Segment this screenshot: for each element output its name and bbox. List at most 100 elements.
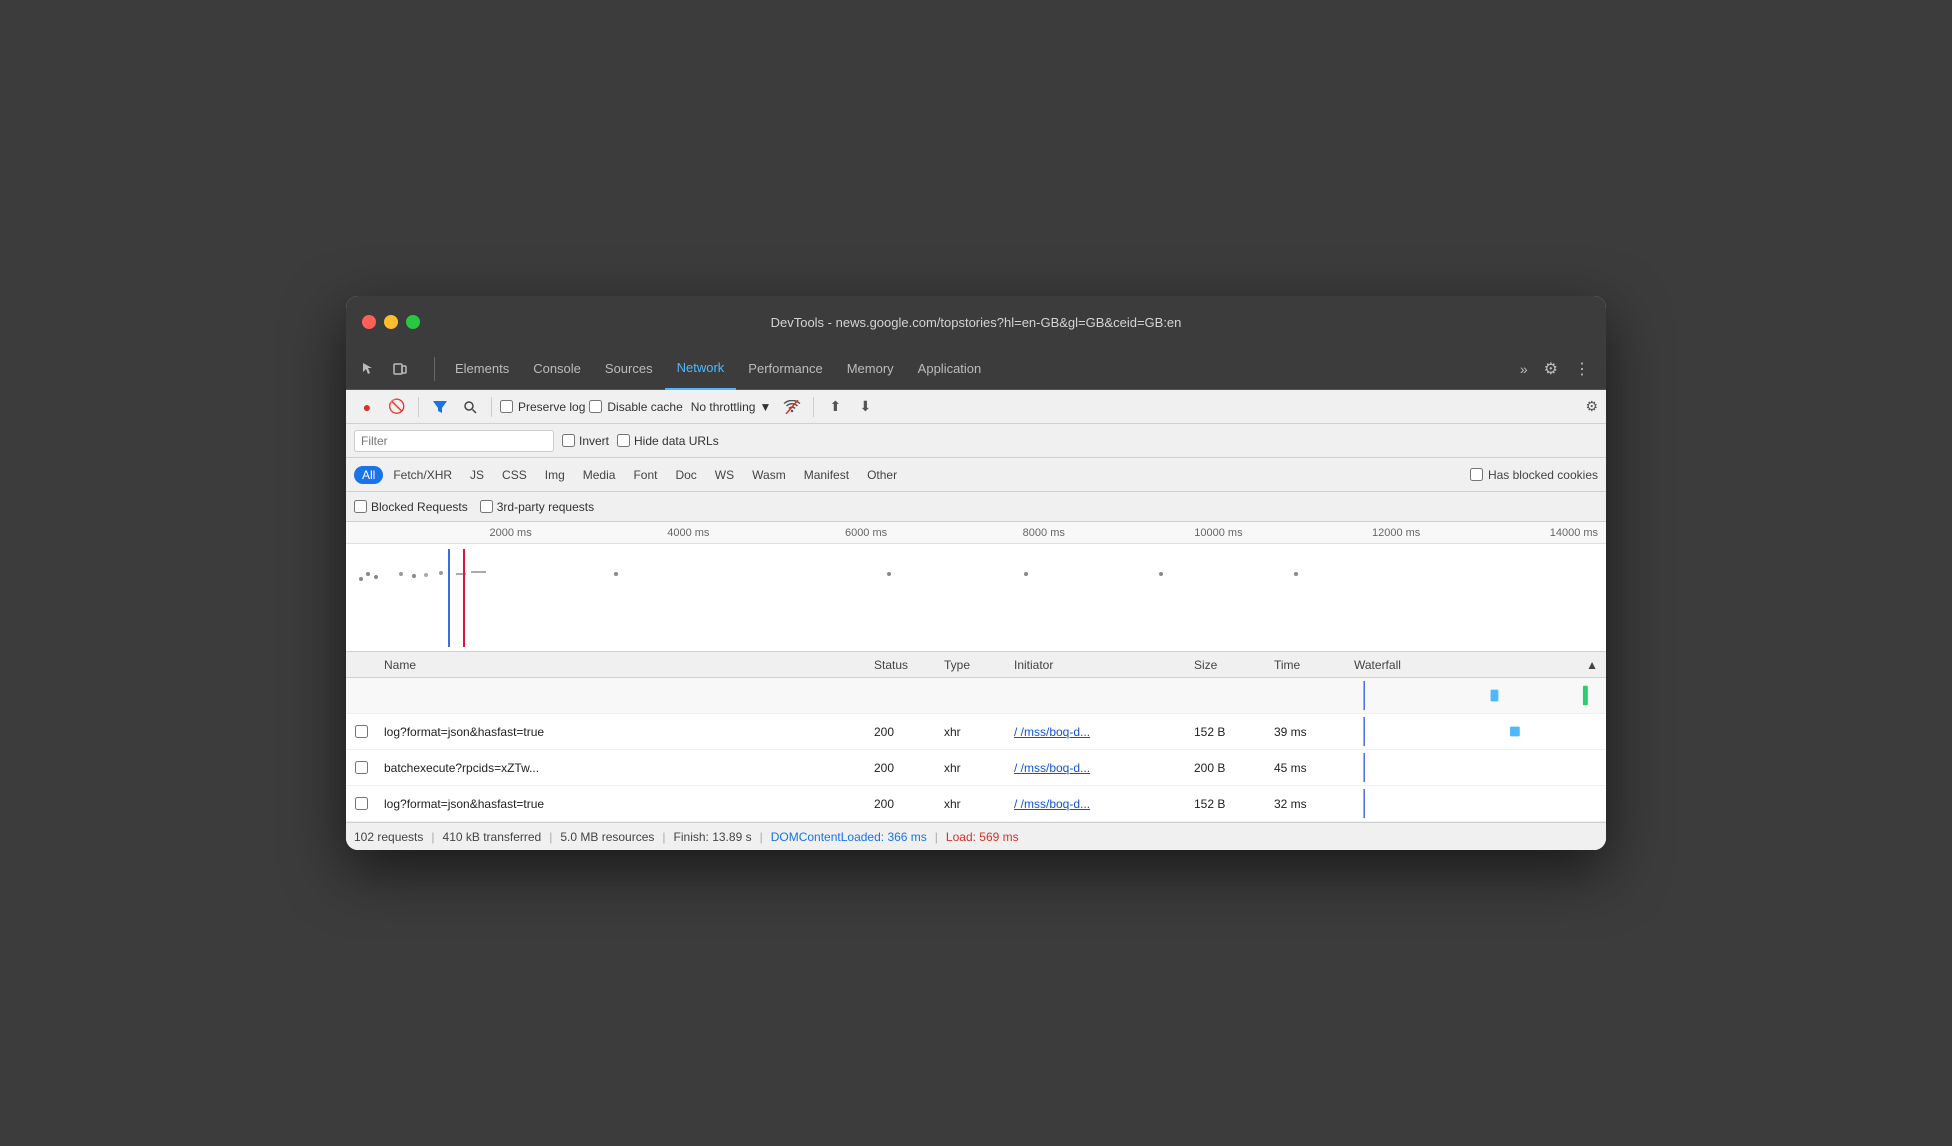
filter-bar: Invert Hide data URLs [346, 424, 1606, 458]
more-options-icon[interactable]: ⋮ [1566, 355, 1598, 383]
row-1-status: 200 [866, 725, 936, 739]
row-1-select[interactable] [355, 725, 368, 738]
blocked-requests-checkbox[interactable] [354, 500, 367, 513]
tick-4000: 4000 ms [532, 527, 710, 539]
blocked-cookies-checkbox[interactable] [1470, 468, 1483, 481]
upload-icon[interactable]: ⬆ [822, 394, 848, 420]
row-1-checkbox[interactable] [346, 725, 376, 738]
invert-checkbox[interactable] [562, 434, 575, 447]
waterfall-svg-1 [1354, 714, 1598, 749]
filter-icon[interactable] [427, 394, 453, 420]
window-title: DevTools - news.google.com/topstories?hl… [771, 315, 1182, 330]
third-party-checkbox[interactable] [480, 500, 493, 513]
toolbar-divider-3 [813, 397, 814, 417]
filter-wasm[interactable]: Wasm [744, 466, 794, 484]
row-3-name[interactable]: log?format=json&hasfast=true [376, 797, 866, 811]
timeline-chart[interactable] [346, 544, 1606, 652]
filter-fetch-xhr[interactable]: Fetch/XHR [385, 466, 460, 484]
row-2-status: 200 [866, 761, 936, 775]
tick-14000: 14000 ms [1420, 527, 1598, 539]
fullscreen-button[interactable] [406, 315, 420, 329]
device-toggle-icon[interactable] [386, 355, 414, 383]
record-button[interactable]: ● [354, 394, 380, 420]
filter-img[interactable]: Img [537, 466, 573, 484]
divider-2: | [549, 830, 552, 844]
row-2-name[interactable]: batchexecute?rpcids=xZTw... [376, 761, 866, 775]
tab-memory[interactable]: Memory [835, 348, 906, 390]
finish-time: Finish: 13.89 s [674, 830, 752, 844]
filter-css[interactable]: CSS [494, 466, 535, 484]
disable-cache-checkbox[interactable] [589, 400, 602, 413]
row-2-select[interactable] [355, 761, 368, 774]
network-table: Name Status Type Initiator Size Time Wat… [346, 652, 1606, 822]
tick-10000: 10000 ms [1065, 527, 1243, 539]
throttle-dropdown[interactable]: No throttling ▼ [687, 398, 776, 416]
row-2-checkbox[interactable] [346, 761, 376, 774]
blocked-requests-label[interactable]: Blocked Requests [354, 500, 468, 514]
filter-font[interactable]: Font [625, 466, 665, 484]
header-time[interactable]: Time [1266, 658, 1346, 672]
extra-filters-bar: Blocked Requests 3rd-party requests [346, 492, 1606, 522]
wifi-icon[interactable] [779, 394, 805, 420]
waterfall-svg-0 [1354, 678, 1598, 713]
header-status[interactable]: Status [866, 658, 936, 672]
row-2-initiator[interactable]: / /mss/boq-d... [1006, 761, 1186, 775]
devtools-body: Elements Console Sources Network Perform… [346, 348, 1606, 850]
row-3-select[interactable] [355, 797, 368, 810]
row-3-initiator[interactable]: / /mss/boq-d... [1006, 797, 1186, 811]
timeline-ruler: 2000 ms 4000 ms 6000 ms 8000 ms 10000 ms… [346, 522, 1606, 544]
filter-doc[interactable]: Doc [667, 466, 704, 484]
filter-all[interactable]: All [354, 466, 383, 484]
hide-data-urls-checkbox[interactable] [617, 434, 630, 447]
preserve-log-checkbox[interactable] [500, 400, 513, 413]
filter-other[interactable]: Other [859, 466, 905, 484]
tab-elements[interactable]: Elements [443, 348, 521, 390]
devtools-window: DevTools - news.google.com/topstories?hl… [346, 296, 1606, 850]
status-bar: 102 requests | 410 kB transferred | 5.0 … [346, 822, 1606, 850]
tab-sources[interactable]: Sources [593, 348, 665, 390]
filter-input[interactable] [354, 430, 554, 452]
waterfall-svg-3 [1354, 786, 1598, 821]
filter-ws[interactable]: WS [707, 466, 742, 484]
table-row-2[interactable]: batchexecute?rpcids=xZTw... 200 xhr / /m… [346, 750, 1606, 786]
header-size[interactable]: Size [1186, 658, 1266, 672]
filter-js[interactable]: JS [462, 466, 492, 484]
hide-data-urls-label[interactable]: Hide data URLs [617, 434, 719, 448]
network-settings-icon[interactable]: ⚙ [1585, 398, 1598, 415]
row-2-time: 45 ms [1266, 761, 1346, 775]
tab-performance[interactable]: Performance [736, 348, 834, 390]
blocked-cookies-label[interactable]: Has blocked cookies [1470, 468, 1598, 482]
row-1-initiator[interactable]: / /mss/boq-d... [1006, 725, 1186, 739]
filter-media[interactable]: Media [575, 466, 624, 484]
row-3-checkbox[interactable] [346, 797, 376, 810]
tab-application[interactable]: Application [906, 348, 994, 390]
minimize-button[interactable] [384, 315, 398, 329]
throttle-arrow-icon: ▼ [759, 400, 771, 414]
invert-label[interactable]: Invert [562, 434, 609, 448]
table-row-waterfall-preview[interactable] [346, 678, 1606, 714]
third-party-label[interactable]: 3rd-party requests [480, 500, 594, 514]
more-tabs-button[interactable]: » [1512, 357, 1536, 381]
table-row-3[interactable]: log?format=json&hasfast=true 200 xhr / /… [346, 786, 1606, 822]
row-1-name[interactable]: log?format=json&hasfast=true [376, 725, 866, 739]
inspect-element-icon[interactable] [354, 355, 382, 383]
header-name[interactable]: Name [376, 658, 866, 672]
search-icon[interactable] [457, 394, 483, 420]
close-button[interactable] [362, 315, 376, 329]
tab-network[interactable]: Network [665, 348, 737, 390]
header-waterfall[interactable]: Waterfall ▲ [1346, 658, 1606, 672]
clear-button[interactable]: 🚫 [384, 394, 410, 420]
disable-cache-label[interactable]: Disable cache [589, 400, 682, 414]
tab-console[interactable]: Console [521, 348, 593, 390]
sort-arrow-icon: ▲ [1586, 658, 1598, 672]
filter-manifest[interactable]: Manifest [796, 466, 857, 484]
row-1-time: 39 ms [1266, 725, 1346, 739]
row-3-time: 32 ms [1266, 797, 1346, 811]
preserve-log-label[interactable]: Preserve log [500, 400, 585, 414]
network-toolbar: ● 🚫 Preserve log Disable cache [346, 390, 1606, 424]
header-initiator[interactable]: Initiator [1006, 658, 1186, 672]
header-type[interactable]: Type [936, 658, 1006, 672]
settings-icon[interactable]: ⚙ [1536, 355, 1566, 383]
table-row-1[interactable]: log?format=json&hasfast=true 200 xhr / /… [346, 714, 1606, 750]
download-icon[interactable]: ⬇ [852, 394, 878, 420]
